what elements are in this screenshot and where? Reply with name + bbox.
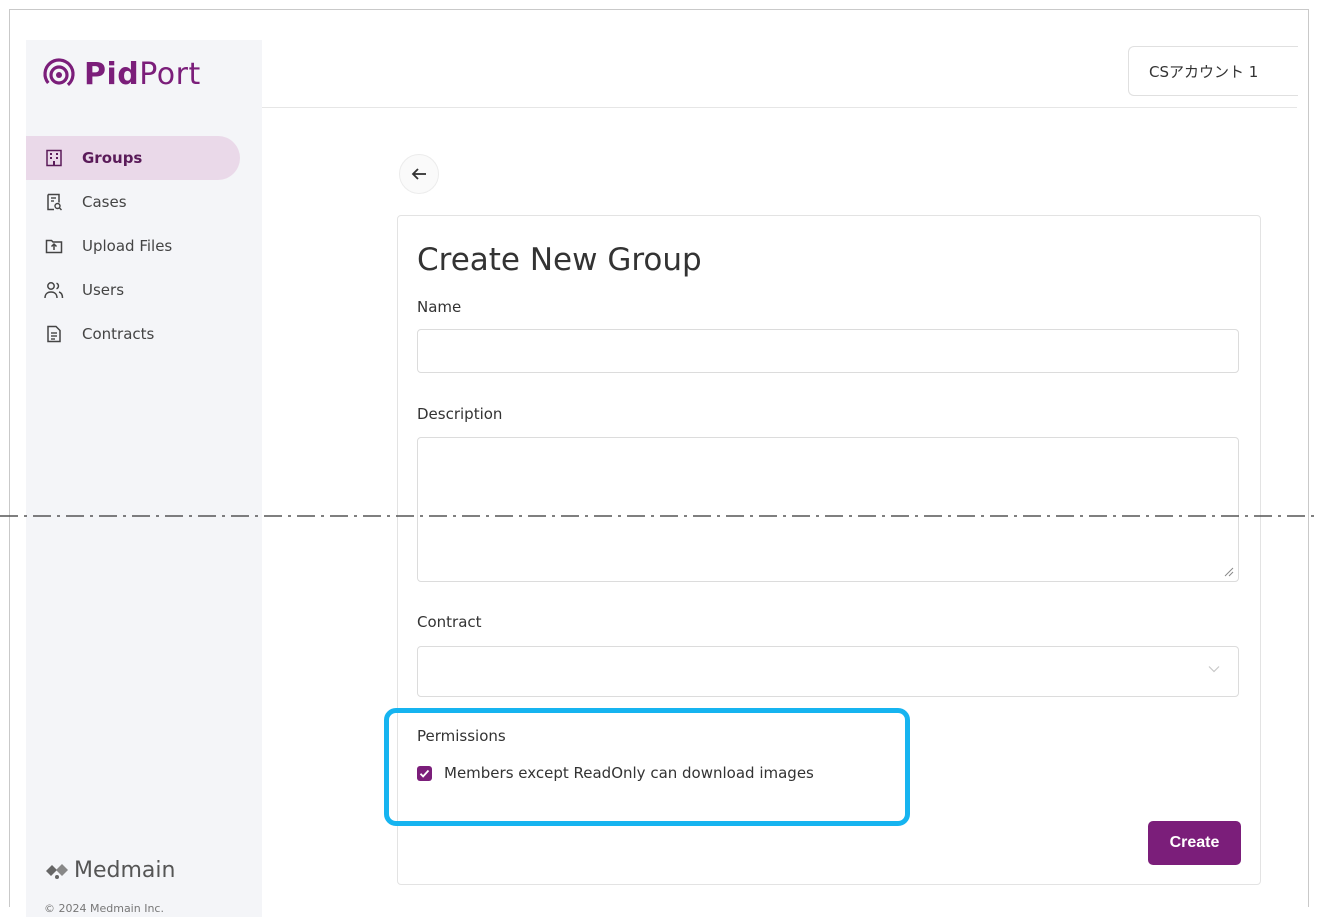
app-logo[interactable]: PidPort bbox=[42, 54, 201, 94]
sidebar-item-label: Contracts bbox=[82, 325, 155, 343]
account-menu-button[interactable]: CSアカウント 1 bbox=[1128, 46, 1298, 96]
description-label: Description bbox=[417, 405, 503, 423]
case-search-icon bbox=[44, 192, 64, 212]
back-button[interactable] bbox=[399, 154, 439, 194]
name-input[interactable] bbox=[417, 329, 1239, 373]
sidebar-item-users[interactable]: Users bbox=[26, 268, 262, 312]
arrow-left-icon bbox=[411, 168, 426, 180]
medmain-mark-icon bbox=[46, 863, 68, 879]
sidebar-item-contracts[interactable]: Contracts bbox=[26, 312, 262, 356]
building-icon bbox=[44, 148, 64, 168]
sidebar-item-label: Users bbox=[82, 281, 125, 299]
upload-icon bbox=[44, 236, 64, 256]
sidebar: PidPort Groups Cases Upload Files Users bbox=[26, 40, 262, 917]
medmain-logo: Medmain bbox=[44, 858, 175, 883]
resize-handle-icon[interactable] bbox=[1224, 567, 1234, 577]
create-button[interactable]: Create bbox=[1148, 821, 1241, 865]
sidebar-item-groups[interactable]: Groups bbox=[26, 136, 240, 180]
permissions-highlight-box bbox=[384, 708, 910, 826]
chevron-down-icon bbox=[1208, 666, 1220, 673]
sidebar-item-cases[interactable]: Cases bbox=[26, 180, 262, 224]
sidebar-item-upload-files[interactable]: Upload Files bbox=[26, 224, 262, 268]
description-textarea[interactable] bbox=[417, 437, 1239, 582]
page-title: Create New Group bbox=[417, 242, 702, 278]
users-icon bbox=[44, 280, 64, 300]
header-divider bbox=[262, 107, 1297, 108]
logo-text: PidPort bbox=[84, 56, 201, 92]
sidebar-nav: Groups Cases Upload Files Users Contract… bbox=[26, 136, 262, 356]
account-label: CSアカウント 1 bbox=[1149, 62, 1259, 81]
sidebar-item-label: Cases bbox=[82, 193, 127, 211]
pidport-logo-icon bbox=[43, 58, 75, 90]
dash-dot-guide-line bbox=[0, 515, 1319, 517]
medmain-brand-text: Medmain bbox=[74, 858, 176, 883]
sidebar-item-label: Groups bbox=[82, 149, 143, 167]
name-label: Name bbox=[417, 298, 462, 316]
contract-label: Contract bbox=[417, 613, 482, 631]
sidebar-item-label: Upload Files bbox=[82, 237, 173, 255]
contract-select[interactable] bbox=[417, 646, 1239, 697]
copyright-text: © 2024 Medmain Inc. bbox=[44, 902, 164, 915]
document-icon bbox=[44, 324, 64, 344]
